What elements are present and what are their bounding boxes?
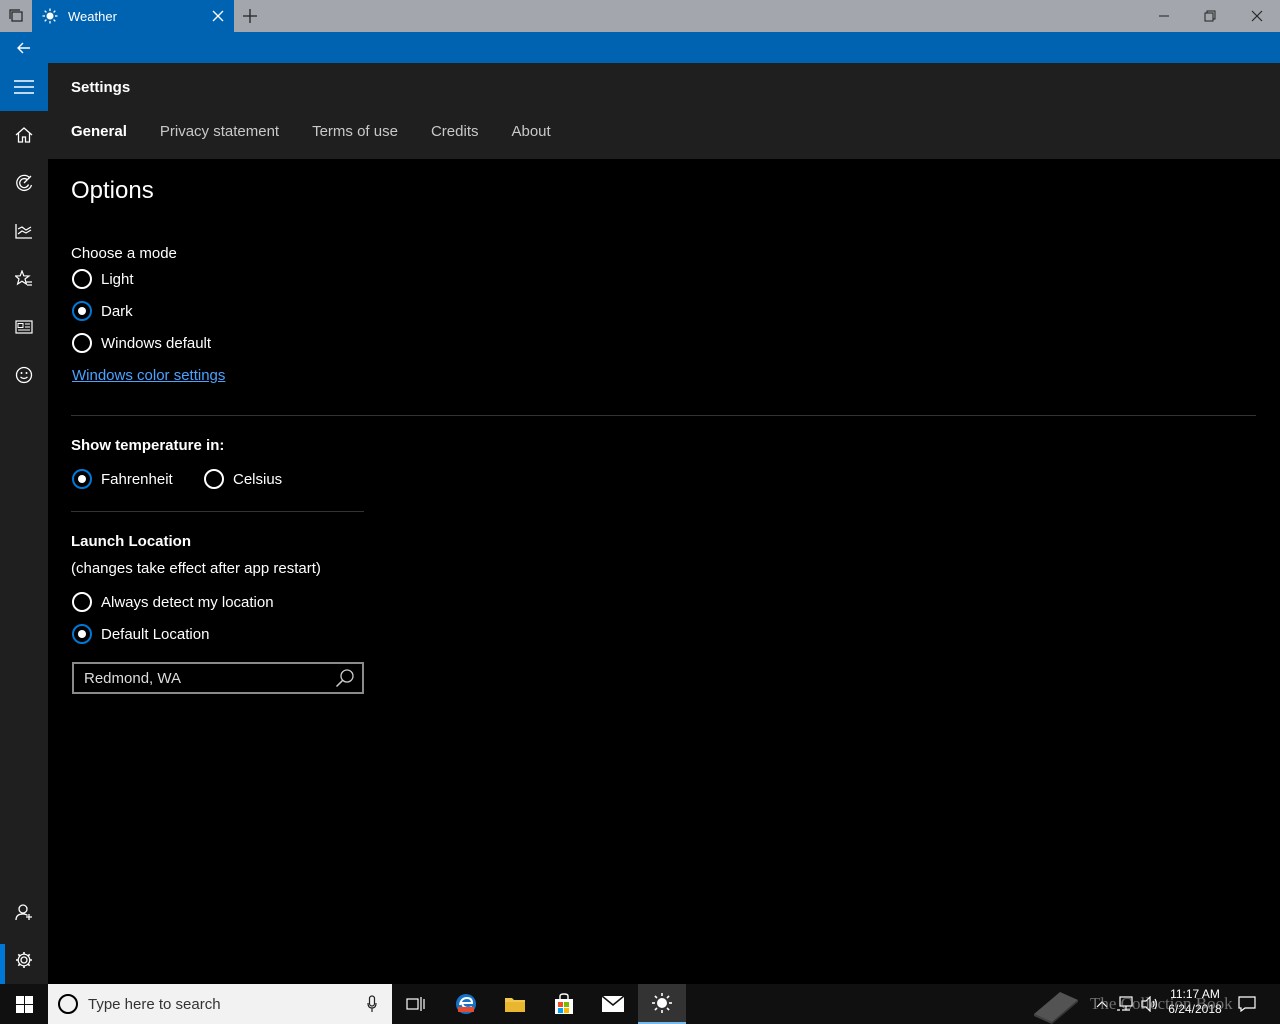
radio-circle <box>72 469 92 489</box>
radio-label: Default Location <box>101 625 210 643</box>
tab-privacy-statement[interactable]: Privacy statement <box>160 123 279 140</box>
mode-windows-default-radio[interactable]: Windows default <box>72 333 211 353</box>
cortana-icon <box>58 994 78 1014</box>
clock-time: 11:17 AM <box>1170 987 1220 1001</box>
tab-about[interactable]: About <box>511 123 550 140</box>
microphone-icon[interactable] <box>364 994 380 1014</box>
options-heading: Options <box>71 177 154 204</box>
radio-label: Dark <box>101 302 133 320</box>
always-detect-location-radio[interactable]: Always detect my location <box>72 592 274 612</box>
radio-label: Always detect my location <box>101 593 274 611</box>
radar-icon[interactable] <box>0 159 48 207</box>
radio-label: Celsius <box>233 470 283 488</box>
store-icon[interactable] <box>540 984 588 1024</box>
radio-circle <box>72 333 92 353</box>
weather-icon[interactable] <box>638 984 686 1024</box>
minimize-icon[interactable] <box>1141 0 1187 32</box>
mail-icon[interactable] <box>589 984 637 1024</box>
hamburger-icon[interactable] <box>0 63 48 111</box>
task-view-icon[interactable] <box>392 984 440 1024</box>
radio-label: Light <box>101 270 134 288</box>
default-location-search <box>72 662 364 694</box>
radio-label: Windows default <box>101 334 212 352</box>
account-icon[interactable] <box>0 888 48 936</box>
show-hidden-icons-icon[interactable] <box>1094 984 1110 1024</box>
fahrenheit-radio[interactable]: Fahrenheit <box>72 469 173 489</box>
radio-circle <box>72 301 92 321</box>
restore-icon[interactable] <box>1187 0 1233 32</box>
tab-terms-of-use[interactable]: Terms of use <box>312 123 398 140</box>
radio-circle <box>72 624 92 644</box>
volume-icon[interactable] <box>1140 984 1160 1024</box>
tab-title: Weather <box>68 8 117 24</box>
tab-weather[interactable]: Weather <box>32 0 234 32</box>
edge-beta-icon[interactable] <box>442 984 490 1024</box>
app-bar <box>0 32 1280 63</box>
tab-close-icon[interactable] <box>210 8 226 24</box>
book-logo-icon <box>1034 992 1078 1024</box>
clock-date: 6/24/2018 <box>1168 1002 1222 1016</box>
windows-color-settings-link[interactable]: Windows color settings <box>72 367 225 384</box>
divider <box>71 415 1256 416</box>
windows-start-icon[interactable] <box>0 984 48 1024</box>
set-aside-tabs-icon[interactable] <box>0 0 32 32</box>
settings-header: Settings General Privacy statement Terms… <box>48 63 1280 159</box>
feedback-icon[interactable] <box>0 351 48 399</box>
radio-circle <box>72 269 92 289</box>
title-bar: Weather <box>0 0 1280 32</box>
radio-circle <box>204 469 224 489</box>
taskbar: Type here to search 11:17 AM 6/24/2018 T… <box>0 984 1280 1024</box>
radio-circle <box>72 592 92 612</box>
close-window-icon[interactable] <box>1234 0 1280 32</box>
search-icon[interactable] <box>334 667 356 689</box>
mode-light-radio[interactable]: Light <box>72 269 134 289</box>
new-tab-icon[interactable] <box>240 6 260 26</box>
network-icon[interactable] <box>1115 984 1135 1024</box>
settings-icon[interactable] <box>0 936 48 984</box>
home-icon[interactable] <box>0 111 48 159</box>
nav-rail <box>0 63 48 984</box>
launch-location-label: Launch Location <box>71 533 191 550</box>
settings-tabs: General Privacy statement Terms of use C… <box>71 123 584 140</box>
active-indicator <box>0 944 5 984</box>
default-location-radio[interactable]: Default Location <box>72 624 209 644</box>
taskbar-search-placeholder: Type here to search <box>88 996 221 1013</box>
page-title: Settings <box>71 79 131 96</box>
favorites-icon[interactable] <box>0 255 48 303</box>
location-input[interactable] <box>84 668 324 688</box>
clock[interactable]: 11:17 AM 6/24/2018 <box>1160 987 1230 1017</box>
temperature-label: Show temperature in: <box>71 437 225 454</box>
sun-icon <box>42 8 58 24</box>
mode-dark-radio[interactable]: Dark <box>72 301 133 321</box>
file-explorer-icon[interactable] <box>491 984 539 1024</box>
news-icon[interactable] <box>0 303 48 351</box>
tab-general[interactable]: General <box>71 123 127 140</box>
radio-label: Fahrenheit <box>101 470 173 488</box>
tab-credits[interactable]: Credits <box>431 123 479 140</box>
back-arrow-icon[interactable] <box>0 32 48 63</box>
celsius-radio[interactable]: Celsius <box>204 469 282 489</box>
action-center-icon[interactable] <box>1236 984 1258 1024</box>
divider <box>71 511 364 512</box>
launch-location-note: (changes take effect after app restart) <box>71 560 321 577</box>
mode-label: Choose a mode <box>71 245 177 262</box>
historical-weather-icon[interactable] <box>0 207 48 255</box>
taskbar-search-box[interactable]: Type here to search <box>48 984 392 1024</box>
